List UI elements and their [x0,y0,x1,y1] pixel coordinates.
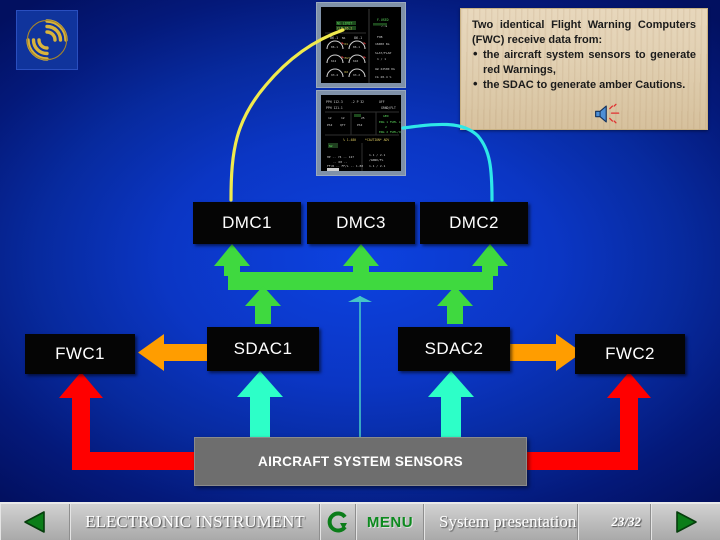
next-arrow-icon [676,511,697,533]
menu-button[interactable]: MENU [356,504,424,540]
sdac-to-dmc-green-bus [214,244,508,324]
svg-text:GRND/FLT: GRND/FLT [381,106,396,110]
aircraft-system-sensors-box[interactable]: AIRCRAFT SYSTEM SENSORS [194,437,527,486]
svg-text:-2 P 32: -2 P 32 [351,100,364,104]
refresh-button[interactable] [320,504,356,540]
subtitle-cell: System presentation [424,504,578,540]
callout-bullet-list: the aircraft system sensors to generate … [472,47,696,93]
svg-text:N1: N1 [345,42,349,46]
svg-text:ENG 2 FUEL/OFF: ENG 2 FUEL/OFF [379,130,401,134]
svg-text:FOB: FOB [377,35,383,39]
fwc2-box[interactable]: FWC2 [575,334,685,374]
svg-text:N1 LIMIT: N1 LIMIT [337,22,352,26]
svg-text:ENG 1 FUEL LL: ENG 1 FUEL LL [379,120,401,124]
sdac1-to-fwc1-arrow [138,334,210,371]
ecam-lower-screen: PPH 112.3 PPH 121.1 -2 P 32 OFF GRND/FLT… [321,95,401,171]
slide-canvas: N1 LIMIT CLB 86.2 86.1 86.1 N1 N1 EGT N2… [0,0,720,540]
fwc1-label: FWC1 [55,344,105,363]
sdac2-to-fwc2-arrow [510,334,582,371]
sdac2-label: SDAC2 [424,339,484,358]
sensors-to-fwc2-arrow [523,372,651,470]
svg-text:25: 25 [361,116,365,120]
next-page-button[interactable] [651,504,720,540]
fwc2-label: FWC2 [605,344,655,363]
svg-text:CG 28.4 %: CG 28.4 % [375,75,391,79]
svg-text:86.1: 86.1 [353,45,360,49]
dmc2-to-lower-display-line [401,122,494,202]
menu-label: MENU [366,513,414,531]
page-counter: 23/32 [611,514,641,529]
dmc2-box[interactable]: DMC2 [420,202,528,244]
svg-text:93.4: 93.4 [331,73,338,77]
svg-text:GW 22500 KG: GW 22500 KG [375,67,395,71]
svg-text:93.2: 93.2 [353,73,360,77]
svg-text:1.1 / 2.1: 1.1 / 2.1 [369,153,385,157]
page-subtitle: System presentation [439,512,577,531]
bottom-navigation-bar: ELECTRONIC INSTRUMENT MENU System presen… [0,502,720,540]
svg-text:N2: N2 [345,70,349,74]
dmc3-center-line [348,296,372,440]
callout-lead-text: Two identical Flight Warning Computers (… [472,19,696,46]
callout-bullet-item: the aircraft system sensors to generate … [472,47,696,77]
svg-text:86.1: 86.1 [354,36,362,40]
svg-text:PSI: PSI [327,123,333,127]
sensors-label: AIRCRAFT SYSTEM SENSORS [258,454,463,469]
info-callout-card: Two identical Flight Warning Computers (… [460,8,708,130]
svg-text:PPH 112.3: PPH 112.3 [326,100,343,104]
sensors-to-sdac1-arrow [237,371,283,437]
svg-text:612: 612 [331,59,336,63]
refresh-icon [327,511,347,533]
svg-text:% 1.480: % 1.480 [343,138,356,142]
svg-text:86.1: 86.1 [330,36,338,40]
dmc3-label: DMC3 [336,213,386,232]
dmc1-box[interactable]: DMC1 [193,202,301,244]
sensors-to-fwc1-arrow [59,372,197,470]
page-counter-cell: 23/32 [578,504,651,540]
dmc1-label: DMC1 [222,213,272,232]
svg-text:16000 KG: 16000 KG [375,42,390,46]
section-title: ELECTRONIC INSTRUMENT [85,512,305,531]
svg-text:HP -- 74 -- 127: HP -- 74 -- 127 [327,155,354,159]
sdac1-label: SDAC1 [233,339,293,358]
svg-text:610: 610 [353,59,358,63]
svg-text:N2: N2 [329,144,333,148]
ecam-upper-screen: N1 LIMIT CLB 86.2 86.1 86.1 N1 N1 EGT N2… [321,7,401,83]
previous-page-button[interactable] [0,504,70,540]
ecam-lower-graphic: PPH 112.3 PPH 121.1 -2 P 32 OFF GRND/FLT… [325,100,401,171]
svg-text:12: 12 [341,116,345,120]
svg-text:SLAT/FLAP: SLAT/FLAP [375,51,391,55]
svg-text:/GRND/FL: /GRND/FL [369,158,384,162]
svg-text:EGT: EGT [345,56,351,60]
svg-text:1 / 1: 1 / 1 [377,57,386,61]
fwc1-box[interactable]: FWC1 [25,334,135,374]
svg-text:*CAUTION* ADV: *CAUTION* ADV [365,138,389,142]
svg-text:FF/R -- FF/L -- 1.80: FF/R -- FF/L -- 1.80 [327,164,363,168]
svg-text:GEN: GEN [383,114,389,118]
callout-bullet-item: the SDAC to generate amber Cautions. [472,77,696,93]
svg-text:QTY: QTY [340,123,346,127]
logo-swirl-icon [26,19,68,61]
dmc2-label: DMC2 [449,213,499,232]
svg-text:1.1 / 2.1: 1.1 / 2.1 [369,164,385,168]
dmc3-box[interactable]: DMC3 [307,202,415,244]
ecam-upper-display[interactable]: N1 LIMIT CLB 86.2 86.1 86.1 N1 N1 EGT N2… [316,2,406,88]
previous-arrow-icon [24,511,45,533]
svg-text:OFF: OFF [379,100,385,104]
section-title-cell: ELECTRONIC INSTRUMENT [70,504,320,540]
sdac2-box[interactable]: SDAC2 [398,327,510,371]
svg-text:CLB 86.2: CLB 86.2 [337,27,352,31]
svg-text:12: 12 [328,116,332,120]
svg-text:86.1: 86.1 [331,45,338,49]
svg-text:PSI: PSI [357,123,363,127]
svg-text:PPH 121.1: PPH 121.1 [326,106,343,110]
sensors-to-sdac2-arrow [428,371,474,437]
sdac1-box[interactable]: SDAC1 [207,327,319,371]
company-logo [16,10,78,70]
ecam-upper-graphic: N1 LIMIT CLB 86.2 86.1 86.1 N1 N1 EGT N2… [325,9,395,83]
svg-text:F.USED: F.USED [377,18,389,22]
speaker-icon[interactable] [593,103,623,125]
svg-text:N1: N1 [342,36,346,40]
svg-text:2: 2 [385,125,387,129]
ecam-lower-display[interactable]: PPH 112.3 PPH 121.1 -2 P 32 OFF GRND/FLT… [316,90,406,176]
